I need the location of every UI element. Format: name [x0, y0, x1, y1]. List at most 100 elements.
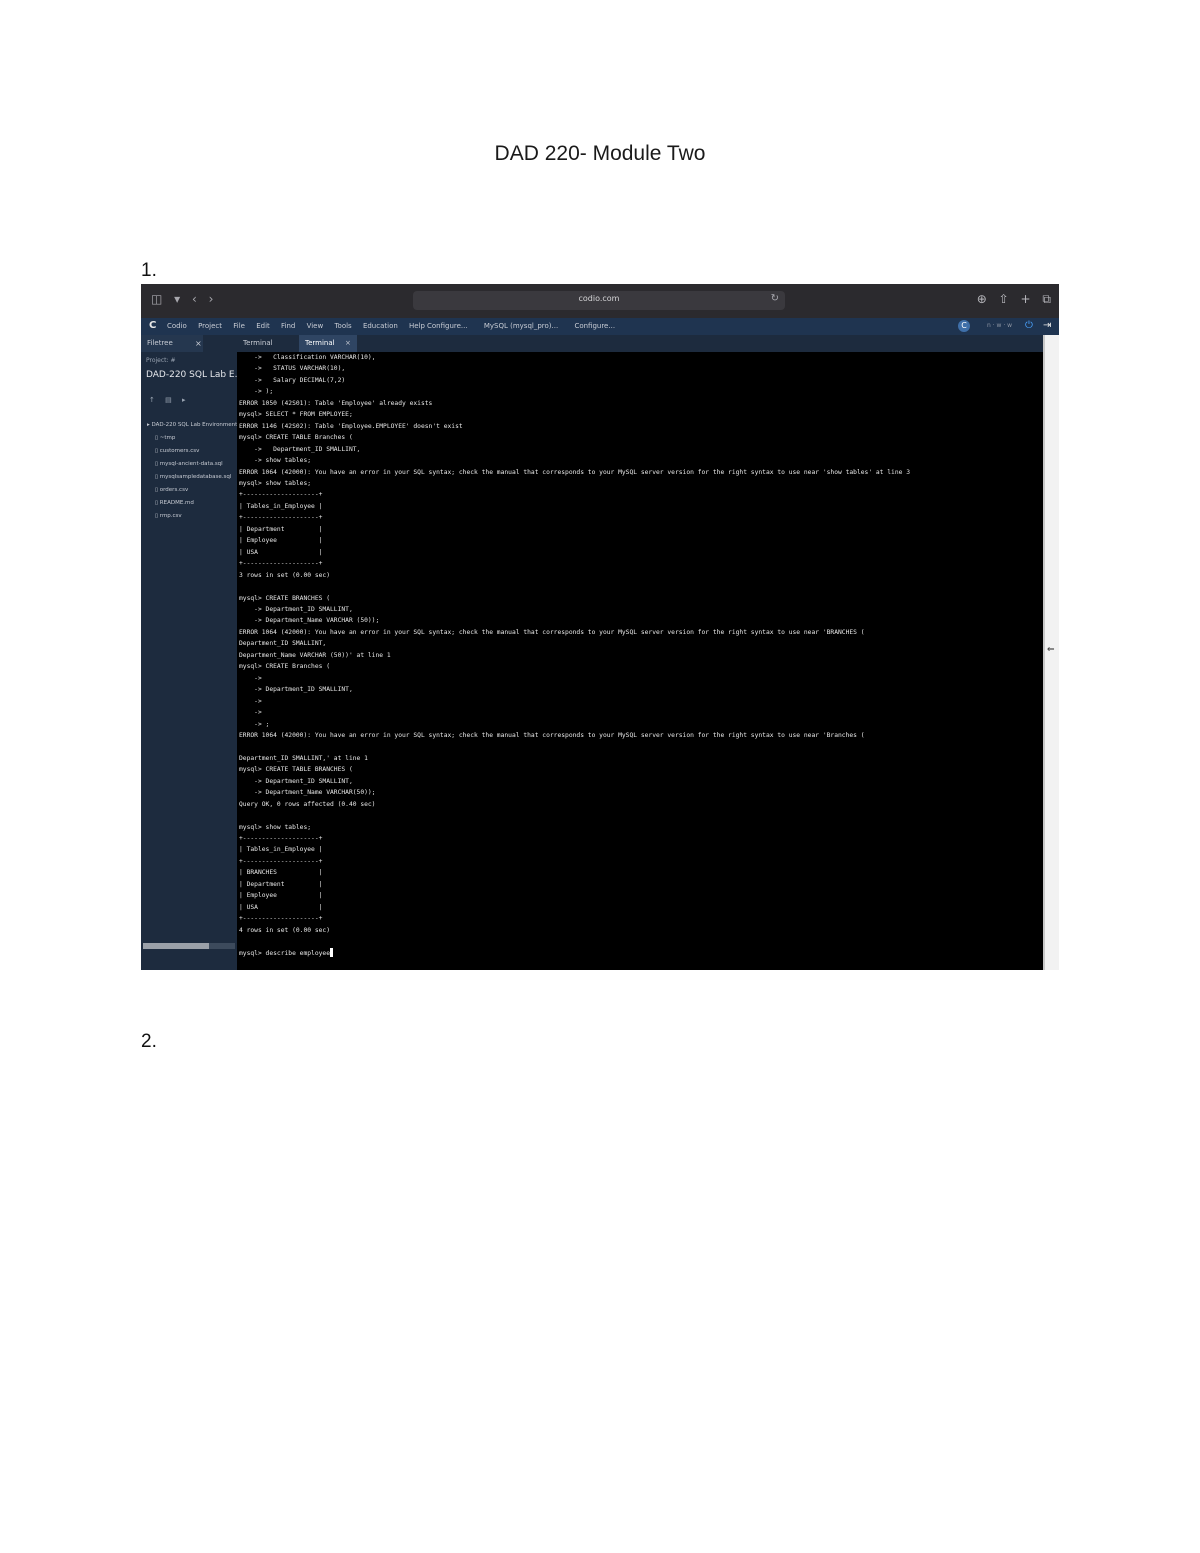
terminal-line: -> Salary DECIMAL(7,2) — [239, 376, 346, 384]
project-name[interactable]: DAD-220 SQL Lab E... — [146, 370, 243, 380]
resize-handle-icon[interactable]: ⇐ — [1047, 645, 1055, 655]
terminal-line: -> ; — [239, 720, 270, 728]
terminal-line: -> Department_ID SMALLINT, — [239, 686, 353, 694]
terminal-line: | Tables_in_Employee | — [239, 502, 323, 510]
chevron-down-icon[interactable]: ▾ — [174, 292, 180, 306]
file-tree-item[interactable]: ▯ orders.csv — [147, 484, 239, 497]
file-tree-item[interactable]: ▯ mysqlsampledatabase.sql — [147, 471, 239, 484]
file-tree-item[interactable]: ▸ DAD-220 SQL Lab Environment — [147, 419, 239, 432]
address-bar[interactable]: codio.com ↻ — [413, 291, 785, 310]
terminal-line: mysql> CREATE Branches ( — [239, 663, 330, 671]
terminal-line: | Tables_in_Employee | — [239, 846, 323, 854]
terminal-line: -> — [239, 697, 262, 705]
terminal-line: | USA | — [239, 548, 323, 556]
tab-filetree[interactable]: Filetree — [141, 335, 203, 352]
terminal-line: | Department | — [239, 880, 323, 888]
exit-icon[interactable]: ⇥ — [1043, 320, 1051, 331]
terminal-cursor — [330, 948, 333, 958]
sidebar-toggle-icon[interactable]: ◫ — [151, 292, 162, 306]
run-tab-configure[interactable]: Configure... — [427, 322, 468, 330]
forward-icon[interactable]: › — [209, 292, 214, 306]
terminal-line: ERROR 1050 (42S01): Table 'Employee' alr… — [239, 399, 433, 407]
tree-controls: ↑ ▤ ▸ — [149, 396, 193, 404]
back-icon[interactable]: ‹ — [192, 292, 197, 306]
terminal-line: Department_ID SMALLINT, — [239, 640, 327, 648]
terminal-line: mysql> CREATE BRANCHES ( — [239, 594, 330, 602]
file-tree: ▸ DAD-220 SQL Lab Environment ▯ ~tmp ▯ cus… — [147, 419, 239, 523]
avatar[interactable]: C — [958, 320, 970, 332]
file-icon[interactable]: ▤ — [165, 396, 172, 404]
screenshot-codio-terminal: ◫ ▾ ‹ › codio.com ↻ ⊕ ⇧ + ⧉ C Codio Proj… — [141, 284, 1059, 970]
tab-terminal-1[interactable]: Terminal — [237, 335, 299, 352]
ide-menu: Codio Project File Edit Find View Tools … — [167, 322, 434, 330]
file-tree-item[interactable]: ▯ rmp.csv — [147, 510, 239, 523]
terminal-line: +--------------------+ — [239, 560, 323, 568]
terminal-line: mysql> show tables; — [239, 823, 312, 831]
expand-icon[interactable]: ▸ — [182, 396, 186, 404]
terminal-line: | USA | — [239, 903, 323, 911]
terminal-line: -> — [239, 674, 262, 682]
terminal-line: +--------------------+ — [239, 857, 323, 865]
browser-actions: ⊕ ⇧ + ⧉ — [969, 292, 1051, 307]
file-tree-item[interactable]: ▯ README.md — [147, 497, 239, 510]
menu-find[interactable]: Find — [281, 322, 295, 330]
terminal-line: mysql> describe employee — [239, 949, 330, 957]
browser-toolbar: ◫ ▾ ‹ › codio.com ↻ ⊕ ⇧ + ⧉ — [141, 284, 1059, 318]
tabs-overview-icon[interactable]: ⧉ — [1042, 292, 1051, 306]
menu-project[interactable]: Project — [198, 322, 222, 330]
power-icon[interactable]: ⏻ — [1025, 320, 1033, 331]
collapse-icon[interactable]: ↑ — [149, 396, 155, 404]
file-tree-item[interactable]: ▯ ~tmp — [147, 432, 239, 445]
file-tree-item[interactable]: ▯ mysql-ancient-data.sql — [147, 458, 239, 471]
terminal-line: -> Department_ID SMALLINT, — [239, 777, 353, 785]
menu-edit[interactable]: Edit — [256, 322, 270, 330]
terminal-line: mysql> SELECT * FROM EMPLOYEE; — [239, 411, 353, 419]
terminal-output[interactable]: -> Classification VARCHAR(10), -> STATUS… — [237, 352, 1043, 970]
terminal-line: -> Department_ID SMALLINT, — [239, 445, 361, 453]
menu-codio[interactable]: Codio — [167, 322, 187, 330]
close-icon[interactable]: × — [195, 335, 202, 352]
ide-menu-bar: C Codio Project File Edit Find View Tool… — [141, 318, 1059, 335]
terminal-line: +--------------------+ — [239, 514, 323, 522]
item-number-2: 2. — [141, 1031, 157, 1052]
browser-nav-controls: ◫ ▾ ‹ › — [151, 292, 221, 306]
terminal-line: | Employee | — [239, 892, 323, 900]
terminal-line: +--------------------+ — [239, 915, 323, 923]
terminal-line: mysql> CREATE TABLE BRANCHES ( — [239, 766, 353, 774]
document-title: DAD 220- Module Two — [494, 142, 706, 165]
gutter-divider — [1043, 335, 1045, 970]
terminal-line: -> Classification VARCHAR(10), — [239, 354, 376, 361]
terminal-line: +--------------------+ — [239, 835, 323, 843]
terminal-line: 3 rows in set (0.00 sec) — [239, 571, 330, 579]
terminal-line: 4 rows in set (0.00 sec) — [239, 926, 330, 934]
download-icon[interactable]: ⊕ — [977, 292, 987, 306]
menu-education[interactable]: Education — [363, 322, 398, 330]
run-tab-configure-2[interactable]: Configure... — [574, 322, 615, 330]
ide-run-tabs: Configure... MySQL (mysql_pro)... Config… — [427, 322, 629, 330]
terminal-line: -> STATUS VARCHAR(10), — [239, 365, 346, 373]
share-icon[interactable]: ⇧ — [999, 292, 1009, 306]
terminal-line: -> — [239, 709, 262, 717]
menu-view[interactable]: View — [307, 322, 324, 330]
terminal-line: -> ); — [239, 388, 274, 396]
scrollbar-thumb[interactable] — [143, 943, 209, 949]
url-text: codio.com — [578, 294, 620, 303]
terminal-line: -> Department_ID SMALLINT, — [239, 605, 353, 613]
run-tab-mysql[interactable]: MySQL (mysql_pro)... — [484, 322, 558, 330]
close-icon[interactable]: × — [345, 335, 357, 352]
terminal-line: mysql> CREATE TABLE Branches ( — [239, 434, 353, 442]
horizontal-scrollbar[interactable] — [143, 943, 235, 949]
terminal-line: ERROR 1064 (42000): You have an error in… — [239, 628, 865, 636]
new-tab-icon[interactable]: + — [1021, 292, 1031, 306]
reload-icon[interactable]: ↻ — [771, 293, 779, 304]
file-tree-item[interactable]: ▯ customers.csv — [147, 445, 239, 458]
item-number-1: 1. — [141, 260, 157, 281]
terminal-line: ERROR 1064 (42000): You have an error in… — [239, 468, 911, 476]
menu-help[interactable]: Help — [409, 322, 425, 330]
menu-tools[interactable]: Tools — [334, 322, 351, 330]
terminal-line: | Employee | — [239, 537, 323, 545]
file-tree-panel: Filetree × Project: # DAD-220 SQL Lab E.… — [141, 335, 243, 970]
right-gutter: ⇐ — [1043, 335, 1059, 970]
menu-file[interactable]: File — [233, 322, 245, 330]
terminal-line: Query OK, 0 rows affected (0.40 sec) — [239, 800, 376, 808]
